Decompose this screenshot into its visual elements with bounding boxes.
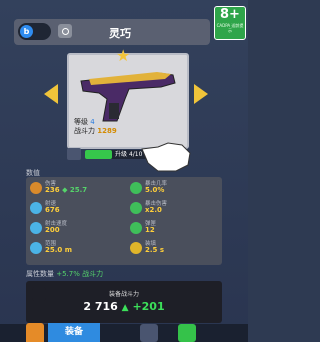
upgrade-pistol-icon [67,148,81,160]
stat-value: x2.0 [145,206,162,214]
prev-weapon-arrow-icon[interactable] [44,84,58,104]
age-rating-note: CADPA 适龄提示 [216,23,244,33]
stat-critdmg: 暴击伤害 x2.0 [130,201,220,215]
stat-value: 200 [45,226,60,234]
stat-reload: 装填 2.5 s [130,241,220,255]
weapon-info: 等级 4 战斗力 1289 [74,118,117,136]
age-rating: 8+ [220,7,240,22]
damage-icon [30,182,42,194]
page-title: 灵巧 [109,27,131,40]
stat-value: 12 [145,226,155,234]
reload-icon [130,242,142,254]
stat-crit: 暴击几率 5.0% [130,181,220,195]
weapon-power: 1289 [97,127,117,135]
stat-value: 25.0 m [45,246,73,254]
speed-icon [30,222,42,234]
item-slot-icon[interactable] [178,324,196,342]
star-icon: ★ [116,46,131,65]
increase-arrow-icon: ▲ [121,303,129,313]
equip-tab[interactable]: 装备 [48,323,100,342]
equip-tab-icon[interactable] [26,323,44,342]
next-weapon-arrow-icon[interactable] [194,84,208,104]
stat-value: 5.0% [145,186,165,194]
stat-speed: 射击速度 200 [30,221,120,235]
firerate-icon [30,202,42,214]
ammo-icon [130,222,142,234]
stat-firerate: 射速 676 [30,201,120,215]
stat-range: 范围 25.0 m [30,241,120,255]
attribute-label: 属性数量 +5.7% 战斗力 [26,269,103,279]
power-label: 战斗力 [74,127,95,135]
upgrade-progress-fill [85,150,113,159]
stat-value: 236 ◆ 25.7 [45,186,88,194]
stat-value: 2.5 s [145,246,165,254]
age-rating-badge: 8+ CADPA 适龄提示 [214,6,246,40]
level-label: 等级 [74,118,88,126]
critdmg-icon [130,202,142,214]
upgrade-label: 升级 [115,151,128,158]
pistol-slot-icon[interactable] [140,324,158,342]
equip-power-value: 2 716 ▲ +201 [26,300,222,313]
equip-power-title: 装备战斗力 [108,291,139,298]
equip-power-number: 2 716 [83,300,118,313]
stat-damage: 伤害 236 ◆ 25.7 [30,181,120,195]
weapon-level: 4 [90,118,95,126]
range-icon [30,242,42,254]
stat-value: 676 [45,206,60,214]
attribute-title: 属性数量 [26,270,54,278]
tap-hand-icon [141,142,191,172]
camera-icon[interactable] [58,24,72,38]
crit-icon [130,182,142,194]
stat-extra: ◆ 25.7 [62,186,88,194]
toggle-knob[interactable]: b [20,25,33,38]
stat-ammo: 弹匣 12 [130,221,220,235]
attribute-bonus: +5.7% 战斗力 [56,270,104,278]
equip-power-delta: +201 [132,300,165,313]
